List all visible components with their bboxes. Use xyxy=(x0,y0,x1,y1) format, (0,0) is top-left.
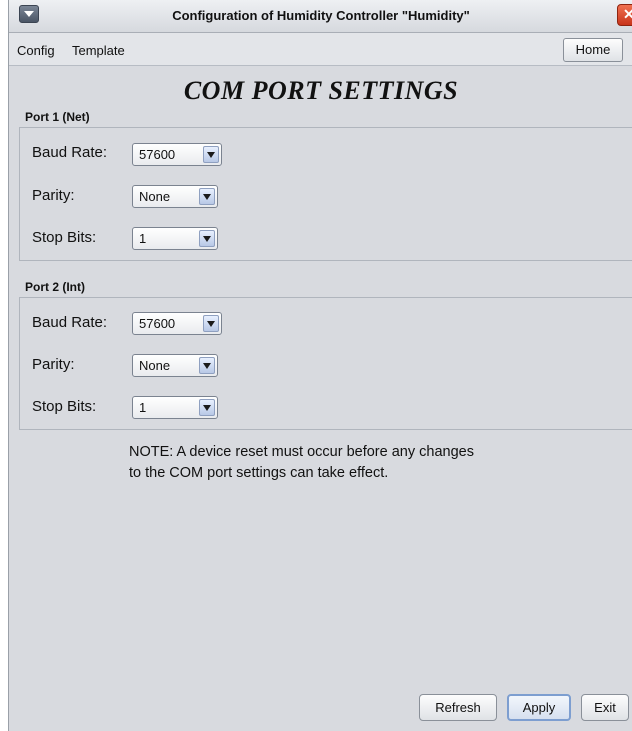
port2-stop-label: Stop Bits: xyxy=(32,398,97,415)
chevron-down-icon xyxy=(199,188,215,205)
port1-baud-select[interactable]: 57600 xyxy=(132,143,222,166)
port2-baud-value: 57600 xyxy=(139,316,176,331)
port1-baud-value: 57600 xyxy=(139,147,176,162)
home-button[interactable]: Home xyxy=(563,38,623,62)
port1-panel: Baud Rate: 57600 Parity: None Stop Bits:… xyxy=(19,127,632,261)
window-title: Configuration of Humidity Controller "Hu… xyxy=(172,8,470,23)
port1-stop-select[interactable]: 1 xyxy=(132,227,218,250)
close-icon[interactable]: ✕ xyxy=(617,4,632,26)
port2-title: Port 2 (Int) xyxy=(25,280,85,294)
port2-parity-value: None xyxy=(139,358,171,373)
reset-note: NOTE: A device reset must occur before a… xyxy=(129,442,569,484)
config-window: Configuration of Humidity Controller "Hu… xyxy=(8,0,632,731)
port2-parity-select[interactable]: None xyxy=(132,354,218,377)
port1-parity-select[interactable]: None xyxy=(132,185,218,208)
chevron-down-icon xyxy=(199,399,215,416)
menu-template[interactable]: Template xyxy=(72,43,125,58)
chevron-down-icon xyxy=(199,230,215,247)
title-bar: Configuration of Humidity Controller "Hu… xyxy=(9,0,632,33)
window-menu-icon[interactable] xyxy=(19,5,39,23)
note-line-2: to the COM port settings can take effect… xyxy=(129,465,389,481)
port1-parity-value: None xyxy=(139,189,171,204)
port2-stop-value: 1 xyxy=(139,400,147,415)
note-line-1: NOTE: A device reset must occur before a… xyxy=(129,444,474,460)
chevron-down-icon xyxy=(199,357,215,374)
apply-button[interactable]: Apply xyxy=(507,694,571,721)
port1-stop-value: 1 xyxy=(139,231,147,246)
refresh-button[interactable]: Refresh xyxy=(419,694,497,721)
port2-panel: Baud Rate: 57600 Parity: None Stop Bits:… xyxy=(19,297,632,430)
chevron-down-icon xyxy=(203,315,219,332)
port2-baud-select[interactable]: 57600 xyxy=(132,312,222,335)
menu-bar: Config Template Home xyxy=(9,33,632,66)
port1-baud-label: Baud Rate: xyxy=(32,144,108,161)
menu-config[interactable]: Config xyxy=(17,43,55,58)
port1-stop-label: Stop Bits: xyxy=(32,229,97,246)
port1-parity-label: Parity: xyxy=(32,187,75,204)
port1-title: Port 1 (Net) xyxy=(25,110,90,124)
exit-button[interactable]: Exit xyxy=(581,694,629,721)
page-title: COM PORT SETTINGS xyxy=(183,76,459,105)
chevron-down-icon xyxy=(203,146,219,163)
port2-stop-select[interactable]: 1 xyxy=(132,396,218,419)
port2-parity-label: Parity: xyxy=(32,356,75,373)
port2-baud-label: Baud Rate: xyxy=(32,314,108,331)
